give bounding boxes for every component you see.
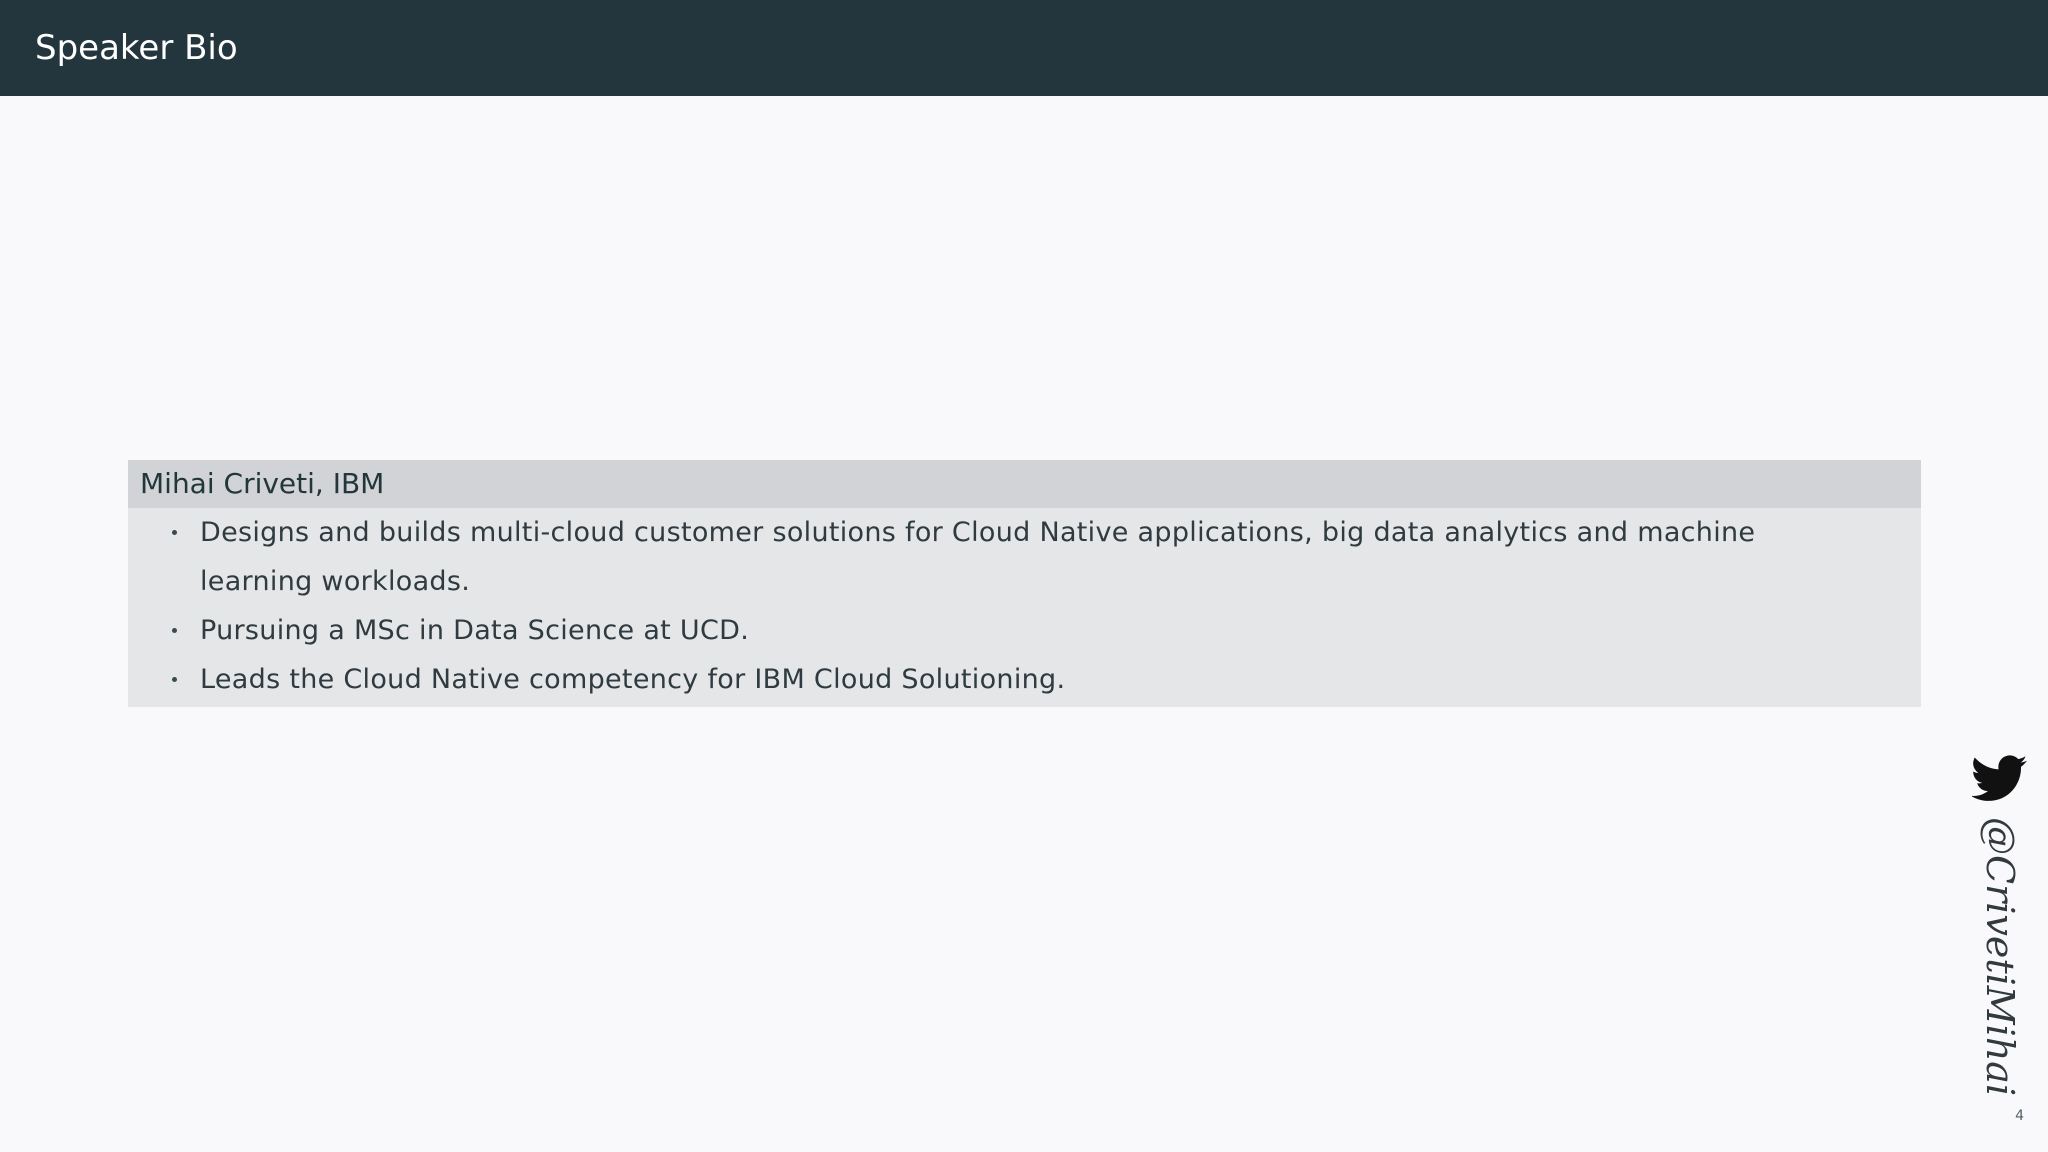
- twitter-handle: @CrivetiMihai: [1978, 817, 2022, 1097]
- slide-title: Speaker Bio: [35, 28, 238, 68]
- bio-block: Mihai Criveti, IBM Designs and builds mu…: [128, 460, 1921, 707]
- page-number: 4: [2015, 1108, 2024, 1124]
- list-item-text: Designs and builds multi-cloud customer …: [200, 517, 1756, 597]
- bullet-icon: [172, 628, 177, 633]
- bullet-icon: [172, 530, 177, 535]
- list-item-text: Pursuing a MSc in Data Science at UCD.: [200, 615, 750, 646]
- twitter-badge: @CrivetiMihai: [1970, 745, 2030, 1096]
- list-item: Pursuing a MSc in Data Science at UCD.: [128, 606, 1921, 655]
- slide-header: Speaker Bio: [0, 0, 2048, 96]
- bullet-icon: [172, 677, 177, 682]
- list-item: Designs and builds multi-cloud customer …: [128, 508, 1921, 606]
- twitter-icon: [1972, 755, 2028, 801]
- bio-block-title: Mihai Criveti, IBM: [128, 460, 1921, 508]
- list-item: Leads the Cloud Native competency for IB…: [128, 655, 1921, 704]
- bio-list: Designs and builds multi-cloud customer …: [128, 508, 1921, 704]
- list-item-text: Leads the Cloud Native competency for IB…: [200, 664, 1066, 695]
